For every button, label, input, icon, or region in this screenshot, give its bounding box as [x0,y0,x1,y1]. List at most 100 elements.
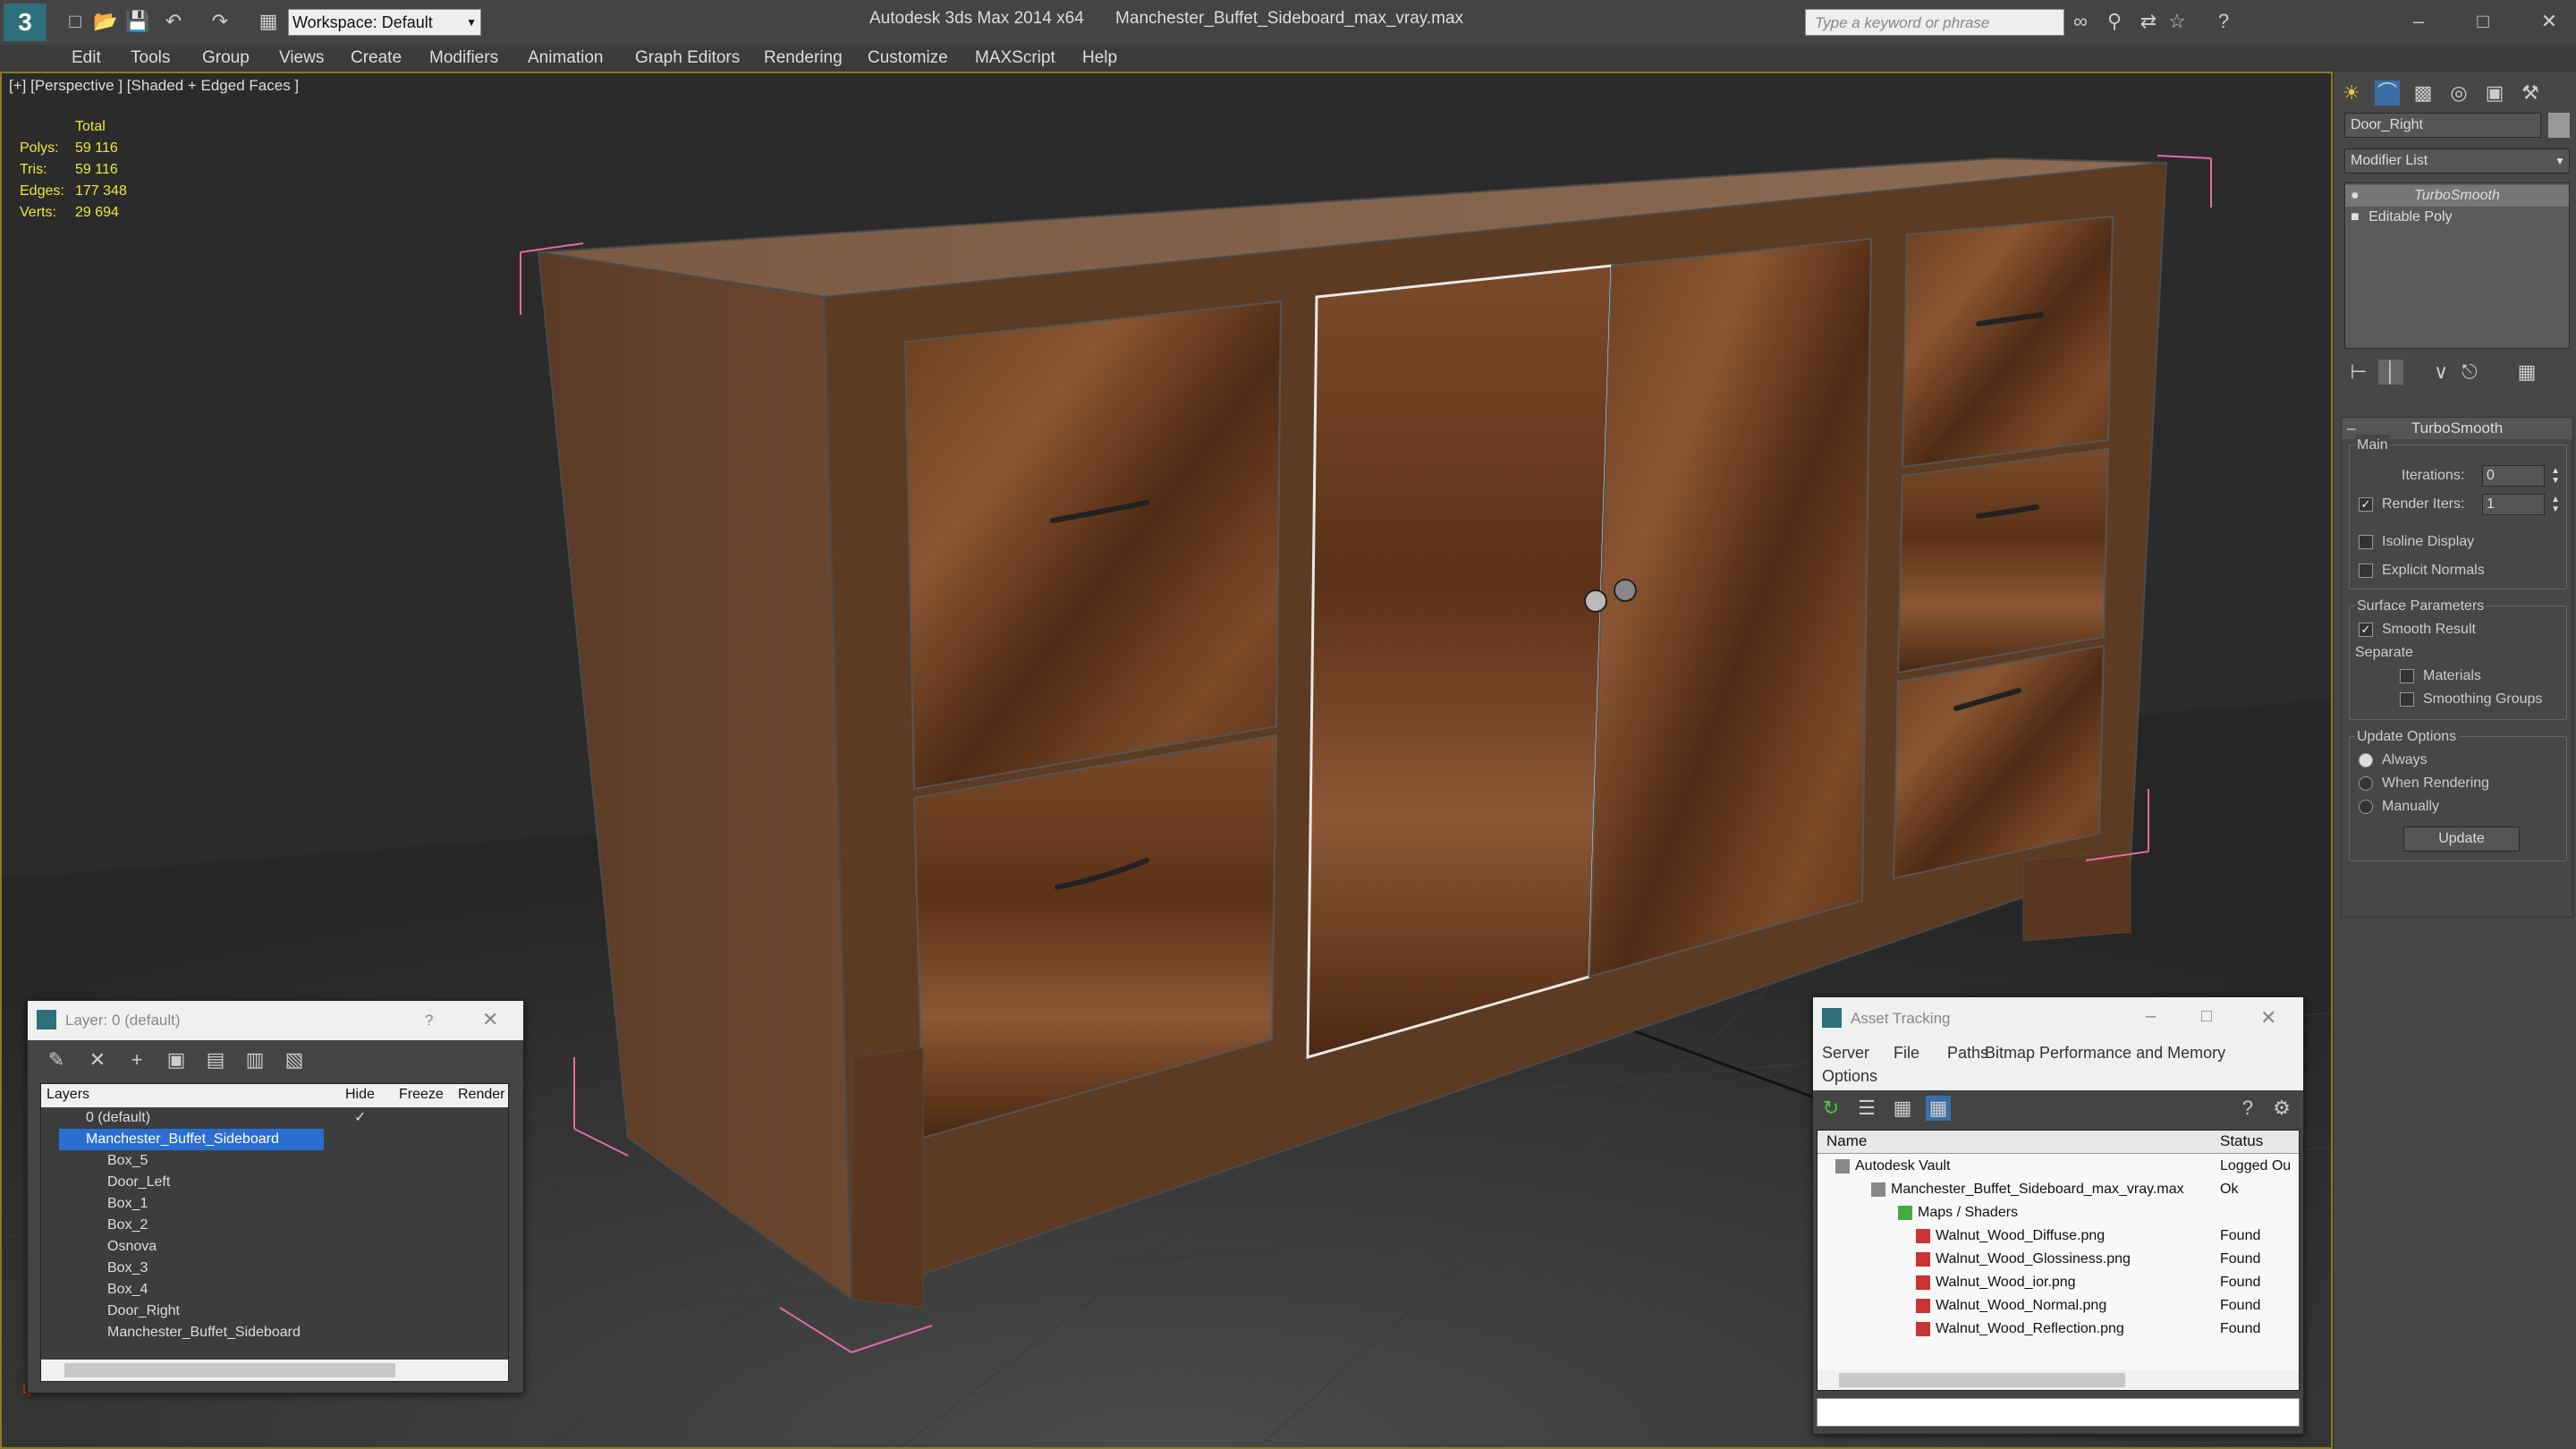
app-logo-icon[interactable]: 3 [4,4,47,41]
asset-row[interactable]: Walnut_Wood_ior.png Found [1818,1272,2299,1293]
col-freeze[interactable]: Freeze [399,1084,444,1106]
pin-stack-icon[interactable]: ⊢ [2346,360,2371,385]
thumbnail-view-icon[interactable]: ▦ [1890,1096,1915,1121]
menu-item-graph-editors[interactable]: Graph Editors [635,48,740,68]
iterations-spinner[interactable]: 0 ▲ ▼ [2482,465,2560,487]
menu-item-tools[interactable]: Tools [131,48,170,68]
scrollbar-thumb[interactable] [1839,1373,2125,1387]
vault-help-icon[interactable]: ? [2235,1096,2260,1121]
minimize-icon[interactable]: – [2146,1006,2156,1027]
help-icon[interactable]: ? [2211,9,2236,34]
asset-menu-options[interactable]: Options [1822,1067,1877,1086]
materials-checkbox[interactable] [2400,669,2414,683]
layer-row[interactable]: Door_Left [77,1172,170,1193]
layer-row[interactable]: Door_Right [77,1301,180,1322]
hierarchy-tab-icon[interactable]: ▩ [2411,80,2436,106]
layer-row[interactable]: 0 (default) ✓ [59,1107,506,1129]
asset-panel-titlebar[interactable]: Asset Tracking – □ ✕ [1813,997,2303,1038]
col-name[interactable]: Name [1826,1131,1867,1152]
modify-tab-icon[interactable]: ⌒ [2375,80,2400,106]
table-view-icon[interactable]: ▦ [1926,1096,1951,1121]
smooth-result-checkbox[interactable]: ✓ [2359,623,2373,637]
layer-row[interactable]: Box_1 [77,1193,148,1215]
search-input[interactable]: Type a keyword or phrase [1805,9,2064,36]
maximize-icon[interactable]: □ [2470,9,2496,34]
asset-row[interactable]: Walnut_Wood_Normal.png Found [1818,1295,2299,1317]
asset-row[interactable]: Walnut_Wood_Glossiness.png Found [1818,1249,2299,1270]
menu-item-help[interactable]: Help [1082,48,1117,68]
redo-icon[interactable]: ↷ [208,9,233,34]
menu-item-rendering[interactable]: Rendering [764,48,843,68]
render-iters-checkbox[interactable]: ✓ [2359,497,2373,512]
viewport-label[interactable]: [+] [Perspective ] [Shaded + Edged Faces… [9,77,299,95]
help-icon[interactable]: ? [425,1012,433,1030]
display-tab-icon[interactable]: ▣ [2482,80,2507,106]
isoline-display-checkbox[interactable] [2359,535,2373,549]
layer-panel-titlebar[interactable]: Layer: 0 (default) ? ✕ [28,1001,523,1040]
smoothing-groups-checkbox[interactable] [2400,692,2414,707]
asset-menu-server[interactable]: Server [1822,1044,1869,1063]
new-file-icon[interactable]: □ [63,9,88,34]
highlight-icon[interactable]: ▤ [203,1047,228,1072]
asset-row[interactable]: Autodesk Vault Logged Ou [1818,1156,2299,1177]
asset-path-field[interactable] [1817,1398,2300,1427]
maximize-icon[interactable]: □ [2201,1006,2212,1027]
project-folder-icon[interactable]: ▦ [256,9,281,34]
make-unique-icon[interactable]: ∨ [2428,360,2453,385]
select-objects-icon[interactable]: ▣ [164,1047,189,1072]
close-icon[interactable]: ✕ [2260,1006,2276,1030]
binoculars-icon[interactable]: ∞ [2068,9,2093,34]
layer-row[interactable]: Manchester_Buffet_Sideboard [77,1322,301,1343]
asset-row[interactable]: Maps / Shaders [1818,1202,2299,1224]
undo-icon[interactable]: ↶ [161,9,186,34]
when-rendering-radio[interactable] [2359,776,2373,791]
render-iters-spinner[interactable]: 1 ▲ ▼ [2482,494,2560,515]
layer-row[interactable]: Box_2 [77,1215,148,1236]
col-hide[interactable]: Hide [345,1084,375,1106]
asset-scrollbar[interactable] [1818,1370,2299,1390]
col-render[interactable]: Render [458,1084,504,1106]
refresh-icon[interactable]: ↻ [1818,1096,1843,1121]
minimize-icon[interactable]: – [2406,9,2431,34]
asset-menu-bitmap[interactable]: Bitmap Performance and Memory [1985,1044,2225,1063]
menu-item-views[interactable]: Views [279,48,324,68]
asset-row[interactable]: Walnut_Wood_Reflection.png Found [1818,1318,2299,1340]
delete-icon[interactable]: ✕ [85,1047,110,1072]
menu-item-modifiers[interactable]: Modifiers [429,48,498,68]
layer-row[interactable]: Box_3 [77,1258,148,1279]
remove-modifier-icon[interactable]: ⎋ [2457,360,2482,385]
stack-item-turbosmooth[interactable]: ● TurboSmooth [2345,185,2569,207]
motion-tab-icon[interactable]: ◎ [2446,80,2471,106]
add-icon[interactable]: + [124,1047,149,1072]
hide-all-icon[interactable]: ▥ [242,1047,267,1072]
object-name-field[interactable]: Door_Right [2344,113,2541,138]
freeze-all-icon[interactable]: ▧ [282,1047,307,1072]
save-file-icon[interactable]: 💾 [125,9,150,34]
menu-item-customize[interactable]: Customize [868,48,948,68]
layer-new-icon[interactable]: ✎ [44,1047,69,1072]
list-view-icon[interactable]: ☰ [1854,1096,1879,1121]
workspace-dropdown[interactable]: Workspace: Default ▼ [288,9,481,36]
object-color-swatch[interactable] [2548,113,2570,138]
star-icon[interactable]: ☆ [2165,9,2190,34]
scrollbar-thumb[interactable] [64,1363,395,1377]
explicit-normals-checkbox[interactable] [2359,564,2373,578]
asset-row[interactable]: Walnut_Wood_Diffuse.png Found [1818,1225,2299,1247]
col-status[interactable]: Status [2220,1131,2263,1152]
asset-menu-paths[interactable]: Paths [1947,1044,1988,1063]
utilities-tab-icon[interactable]: ⚒ [2518,80,2543,106]
stack-item-editable-poly[interactable]: ■ Editable Poly [2351,207,2453,228]
close-icon[interactable]: ✕ [2537,9,2562,34]
menu-item-maxscript[interactable]: MAXScript [975,48,1055,68]
col-layers[interactable]: Layers [47,1084,89,1106]
menu-item-group[interactable]: Group [202,48,250,68]
show-end-result-icon[interactable]: │ [2378,360,2403,385]
layer-row-selected[interactable]: Manchester_Buffet_Sideboard [59,1129,324,1150]
configure-sets-icon[interactable]: ▦ [2514,360,2539,385]
always-radio[interactable] [2359,753,2373,767]
key-icon[interactable]: ⚲ [2102,9,2127,34]
asset-menu-file[interactable]: File [1894,1044,1919,1063]
asset-row[interactable]: Manchester_Buffet_Sideboard_max_vray.max… [1818,1179,2299,1200]
exchange-icon[interactable]: ⇄ [2136,9,2161,34]
menu-item-edit[interactable]: Edit [72,48,101,68]
